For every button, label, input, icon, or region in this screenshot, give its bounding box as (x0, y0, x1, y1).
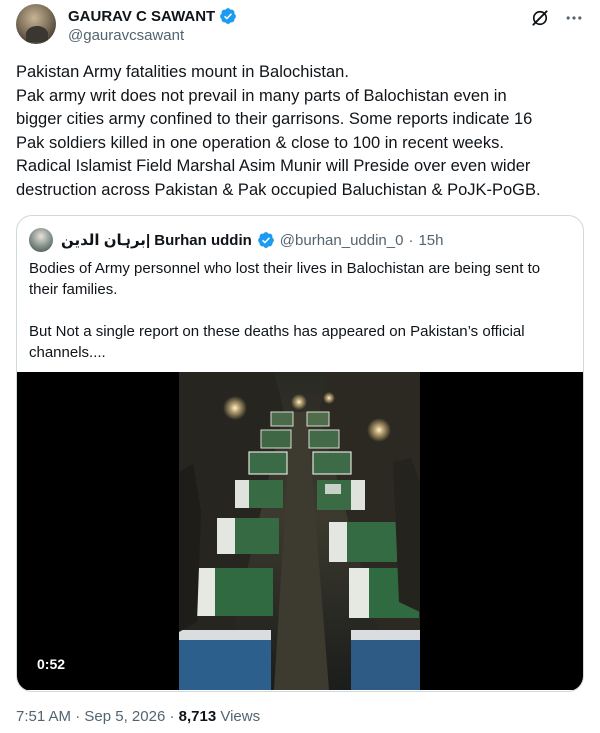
tweet-text: Pakistan Army fatalities mount in Baloch… (16, 61, 584, 202)
tweet-footer: 7:51 AM · Sep 5, 2026 · 8,713 Views (16, 708, 260, 725)
tweet-date[interactable]: Sep 5, 2026 (84, 708, 165, 725)
quoted-verified-badge-icon (257, 232, 274, 248)
views-label: Views (220, 708, 261, 725)
tweet-line: Radical Islamist Field Marshal Asim Muni… (16, 157, 531, 175)
footer-separator: · (75, 708, 81, 725)
grok-icon[interactable] (530, 8, 550, 28)
tweet-line: destruction across Pakistan & Pak occupi… (16, 180, 541, 199)
video-player[interactable]: 0:52 (17, 372, 583, 690)
tweet-header: GAURAV C SAWANT @gauravcsawant (16, 4, 584, 48)
tweet-line: bigger cities army confined to their gar… (16, 110, 533, 128)
quoted-paragraph: Bodies of Army personnel who lost their … (29, 260, 541, 298)
footer-separator: · (169, 708, 175, 725)
author-handle[interactable]: @gauravcsawant (68, 27, 184, 44)
tweet-time[interactable]: 7:51 AM (16, 708, 71, 725)
quoted-tweet-text: Bodies of Army personnel who lost their … (29, 258, 573, 363)
video-thumbnail (179, 372, 420, 690)
author-avatar[interactable] (16, 4, 56, 44)
tweet-line: Pak army writ does not prevail in many p… (16, 86, 507, 105)
video-duration: 0:52 (37, 656, 66, 672)
more-icon[interactable] (564, 8, 584, 28)
quoted-time[interactable]: 15h (418, 232, 443, 249)
quoted-author-handle[interactable]: @burhan_uddin_0 (280, 232, 404, 249)
quoted-tweet-header: برہان الدین| Burhan uddin @burhan_uddin_… (29, 228, 444, 252)
quoted-meta-separator: · (408, 231, 414, 249)
verified-badge-icon (220, 8, 237, 24)
quoted-tweet-card[interactable]: برہان الدین| Burhan uddin @burhan_uddin_… (16, 215, 584, 692)
author-name-row: GAURAV C SAWANT (68, 7, 237, 25)
author-display-name[interactable]: GAURAV C SAWANT (68, 8, 215, 25)
header-actions (530, 8, 584, 28)
views-count: 8,713 (178, 708, 217, 725)
tweet-line: Pakistan Army fatalities mount in Baloch… (16, 63, 349, 81)
quoted-author-display-name[interactable]: برہان الدین| Burhan uddin (61, 231, 252, 249)
quoted-paragraph: But Not a single report on these deaths … (29, 323, 525, 361)
quoted-author-avatar[interactable] (29, 228, 53, 252)
tweet-line: Pak soldiers killed in one operation & c… (16, 133, 504, 152)
